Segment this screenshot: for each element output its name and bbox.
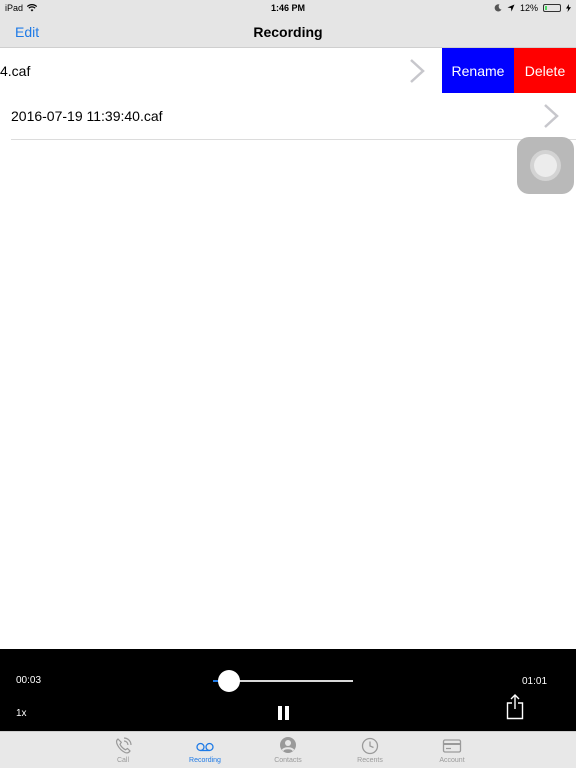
pause-button[interactable] — [277, 706, 291, 721]
tab-call[interactable]: Call — [93, 732, 153, 768]
moon-icon — [494, 4, 502, 12]
row-divider — [11, 139, 576, 140]
clock-icon — [361, 737, 379, 755]
chevron-right-icon — [544, 104, 559, 128]
status-bar: iPad 1:46 PM 12% — [0, 0, 576, 16]
card-icon — [442, 739, 462, 753]
page-title: Recording — [253, 24, 323, 40]
recording-name: 4.caf — [0, 63, 31, 79]
tab-label: Contacts — [274, 757, 302, 764]
elapsed-time: 00:03 — [16, 675, 42, 686]
assistive-touch-dot — [534, 154, 557, 177]
rename-button[interactable]: Rename — [442, 48, 514, 94]
navigation-bar: Edit Recording — [0, 16, 576, 48]
tab-recording[interactable]: Recording — [175, 732, 235, 768]
share-icon[interactable] — [506, 694, 524, 720]
recording-row[interactable]: 4.caf Rename Delete — [0, 48, 576, 94]
audio-player: 00:03 01:01 1x — [0, 649, 576, 731]
pause-icon-bar — [278, 706, 282, 720]
battery-percent: 12% — [519, 3, 538, 13]
delete-button[interactable]: Delete — [514, 48, 576, 94]
location-arrow-icon — [507, 4, 515, 12]
tab-label: Account — [439, 757, 465, 764]
recording-row[interactable]: 2016-07-19 11:39:40.caf — [0, 93, 576, 139]
tab-contacts[interactable]: Contacts — [258, 732, 318, 768]
status-right: 12% — [494, 3, 571, 13]
charging-bolt-icon — [566, 4, 571, 12]
assistive-touch-button[interactable] — [517, 137, 574, 194]
status-time: 1:46 PM — [270, 3, 305, 13]
recording-name: 2016-07-19 11:39:40.caf — [11, 108, 163, 124]
total-time: 01:01 — [522, 676, 548, 687]
battery-icon — [543, 4, 561, 12]
person-icon — [280, 737, 296, 753]
voicemail-icon — [196, 742, 214, 752]
battery-fill — [545, 6, 547, 10]
tab-recents[interactable]: Recents — [340, 732, 400, 768]
pause-icon-bar — [285, 706, 289, 720]
tab-label: Recents — [357, 757, 383, 764]
tab-account[interactable]: Account — [422, 732, 482, 768]
tab-label: Call — [116, 757, 130, 764]
chevron-right-icon — [410, 59, 425, 83]
phone-icon — [116, 737, 132, 754]
slider-thumb[interactable] — [218, 670, 240, 692]
playback-speed-button[interactable]: 1x — [16, 708, 27, 719]
tab-bar: Call Recording Contacts Recents Account — [0, 731, 576, 768]
tab-label: Recording — [189, 757, 221, 764]
